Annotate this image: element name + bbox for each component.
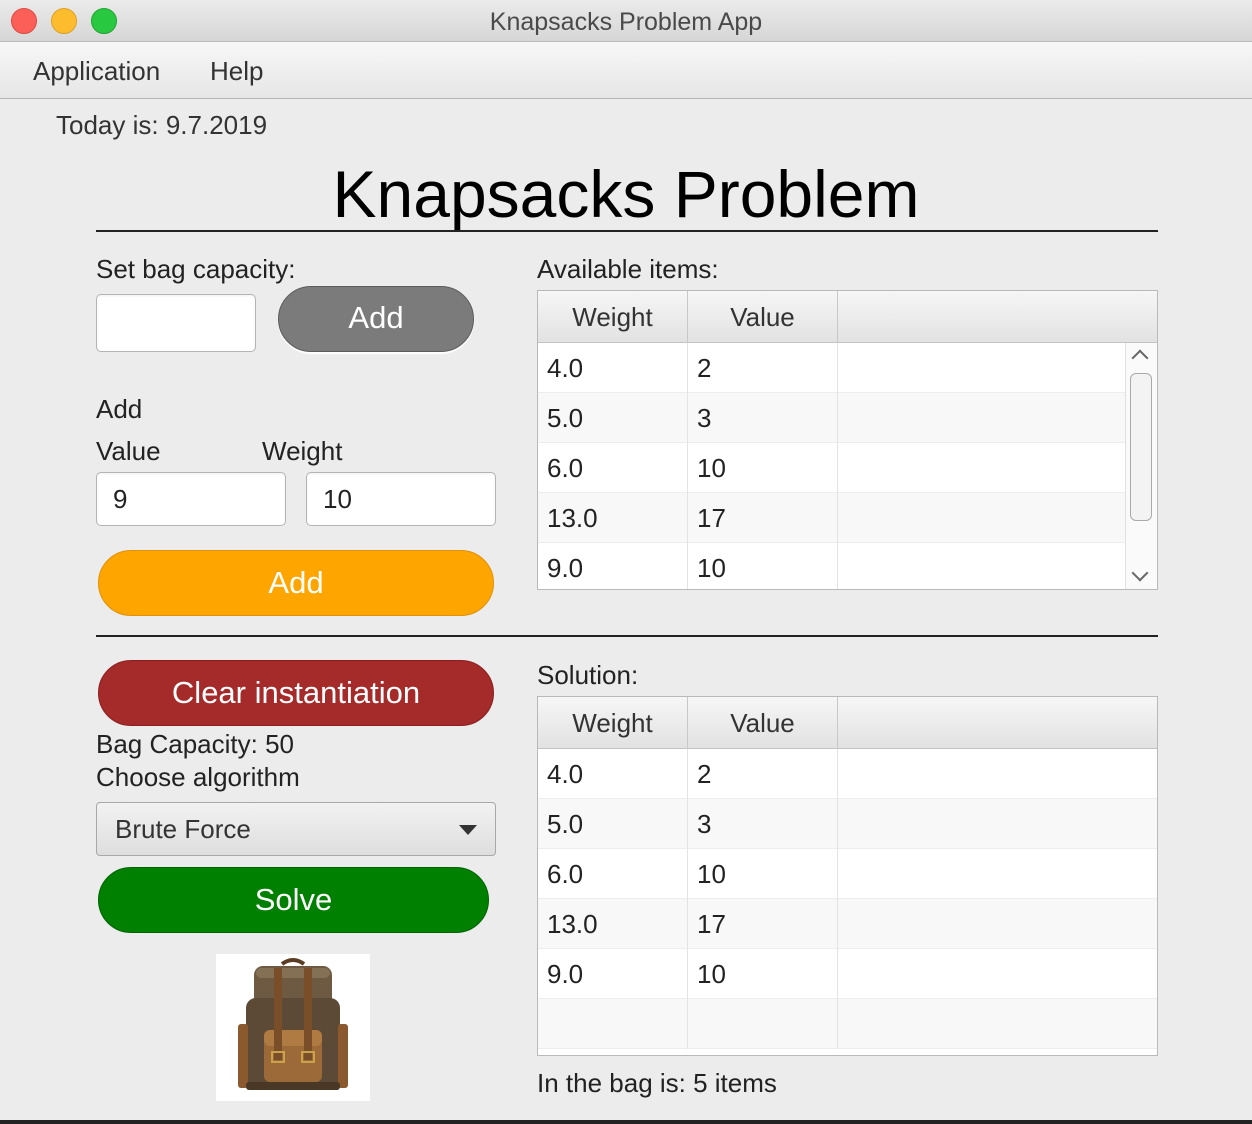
weight-cell: 13.0	[538, 493, 688, 543]
add-item-heading: Add	[96, 394, 143, 424]
column-header-weight[interactable]: Weight	[538, 291, 688, 343]
table-row[interactable]: 5.0 3	[538, 393, 1127, 443]
menu-help[interactable]: Help	[210, 56, 263, 87]
table-header: Weight Value	[538, 697, 1157, 749]
dropdown-arrow-icon	[459, 825, 477, 835]
column-header-value[interactable]: Value	[688, 697, 838, 749]
backpack-image	[216, 954, 370, 1101]
table-row[interactable]: 5.0 3	[538, 799, 1157, 849]
add-capacity-button[interactable]: Add	[278, 286, 474, 352]
weight-cell: 9.0	[538, 543, 688, 589]
column-header-value[interactable]: Value	[688, 291, 838, 343]
weight-cell: 5.0	[538, 799, 688, 849]
available-items-table[interactable]: Weight Value 4.0 2 5.0 3 6.0 10 13.0 17 …	[537, 290, 1158, 590]
solution-table[interactable]: Weight Value 4.0 2 5.0 3 6.0 10 13.0 17 …	[537, 696, 1158, 1056]
weight-label: Weight	[262, 436, 343, 466]
capacity-input[interactable]	[96, 294, 256, 352]
menu-application[interactable]: Application	[33, 56, 160, 87]
table-header: Weight Value	[538, 291, 1157, 343]
weight-cell: 6.0	[538, 849, 688, 899]
table-row[interactable]: 9.0 10	[538, 543, 1127, 589]
weight-cell: 4.0	[538, 749, 688, 799]
value-cell: 3	[688, 393, 838, 443]
scroll-up-icon[interactable]	[1131, 349, 1149, 367]
column-header-weight[interactable]: Weight	[538, 697, 688, 749]
title-bar: Knapsacks Problem App	[0, 0, 1252, 42]
column-header-filler	[838, 291, 1157, 343]
scrollbar-thumb[interactable]	[1130, 373, 1152, 521]
weight-cell: 5.0	[538, 393, 688, 443]
table-row[interactable]: 13.0 17	[538, 899, 1157, 949]
today-date-label: Today is: 9.7.2019	[56, 110, 268, 140]
section-divider	[96, 635, 1158, 637]
empty-cell	[538, 999, 688, 1049]
window-title: Knapsacks Problem App	[489, 8, 763, 36]
choose-algorithm-label: Choose algorithm	[96, 762, 300, 792]
value-cell: 2	[688, 749, 838, 799]
weight-cell: 13.0	[538, 899, 688, 949]
table-row[interactable]: 9.0 10	[538, 949, 1157, 999]
value-cell: 3	[688, 799, 838, 849]
empty-cell	[688, 999, 838, 1049]
weight-cell: 6.0	[538, 443, 688, 493]
capacity-label: Set bag capacity:	[96, 254, 296, 284]
add-item-button[interactable]: Add	[98, 550, 494, 616]
solution-label: Solution:	[537, 660, 639, 690]
table-row[interactable]: 4.0 2	[538, 343, 1127, 393]
menu-bar: Application Help	[0, 42, 1252, 99]
empty-table-row	[538, 999, 1157, 1049]
value-input[interactable]	[96, 472, 286, 526]
clear-instantiation-button[interactable]: Clear instantiation	[98, 660, 494, 726]
page-title: Knapsacks Problem	[332, 157, 920, 231]
table-row[interactable]: 6.0 10	[538, 443, 1127, 493]
value-cell: 2	[688, 343, 838, 393]
weight-cell: 9.0	[538, 949, 688, 999]
value-cell: 10	[688, 849, 838, 899]
weight-cell: 4.0	[538, 343, 688, 393]
vertical-scrollbar[interactable]	[1125, 343, 1157, 589]
scroll-down-icon[interactable]	[1131, 564, 1149, 582]
weight-input[interactable]	[306, 472, 496, 526]
available-items-label: Available items:	[537, 254, 719, 284]
table-row[interactable]: 4.0 2	[538, 749, 1157, 799]
algorithm-select[interactable]: Brute Force	[96, 802, 496, 856]
window-bottom-edge	[0, 1120, 1252, 1124]
value-cell: 17	[688, 899, 838, 949]
value-cell: 17	[688, 493, 838, 543]
value-cell: 10	[688, 949, 838, 999]
column-header-filler	[838, 697, 1157, 749]
value-cell: 10	[688, 543, 838, 589]
table-row[interactable]: 6.0 10	[538, 849, 1157, 899]
algorithm-selected-value: Brute Force	[115, 814, 251, 844]
table-row[interactable]: 13.0 17	[538, 493, 1127, 543]
bag-capacity-label: Bag Capacity: 50	[96, 729, 295, 759]
value-label: Value	[96, 436, 161, 466]
solve-button[interactable]: Solve	[98, 867, 489, 933]
value-cell: 10	[688, 443, 838, 493]
title-divider	[96, 230, 1158, 232]
bag-summary-label: In the bag is: 5 items	[537, 1068, 777, 1098]
